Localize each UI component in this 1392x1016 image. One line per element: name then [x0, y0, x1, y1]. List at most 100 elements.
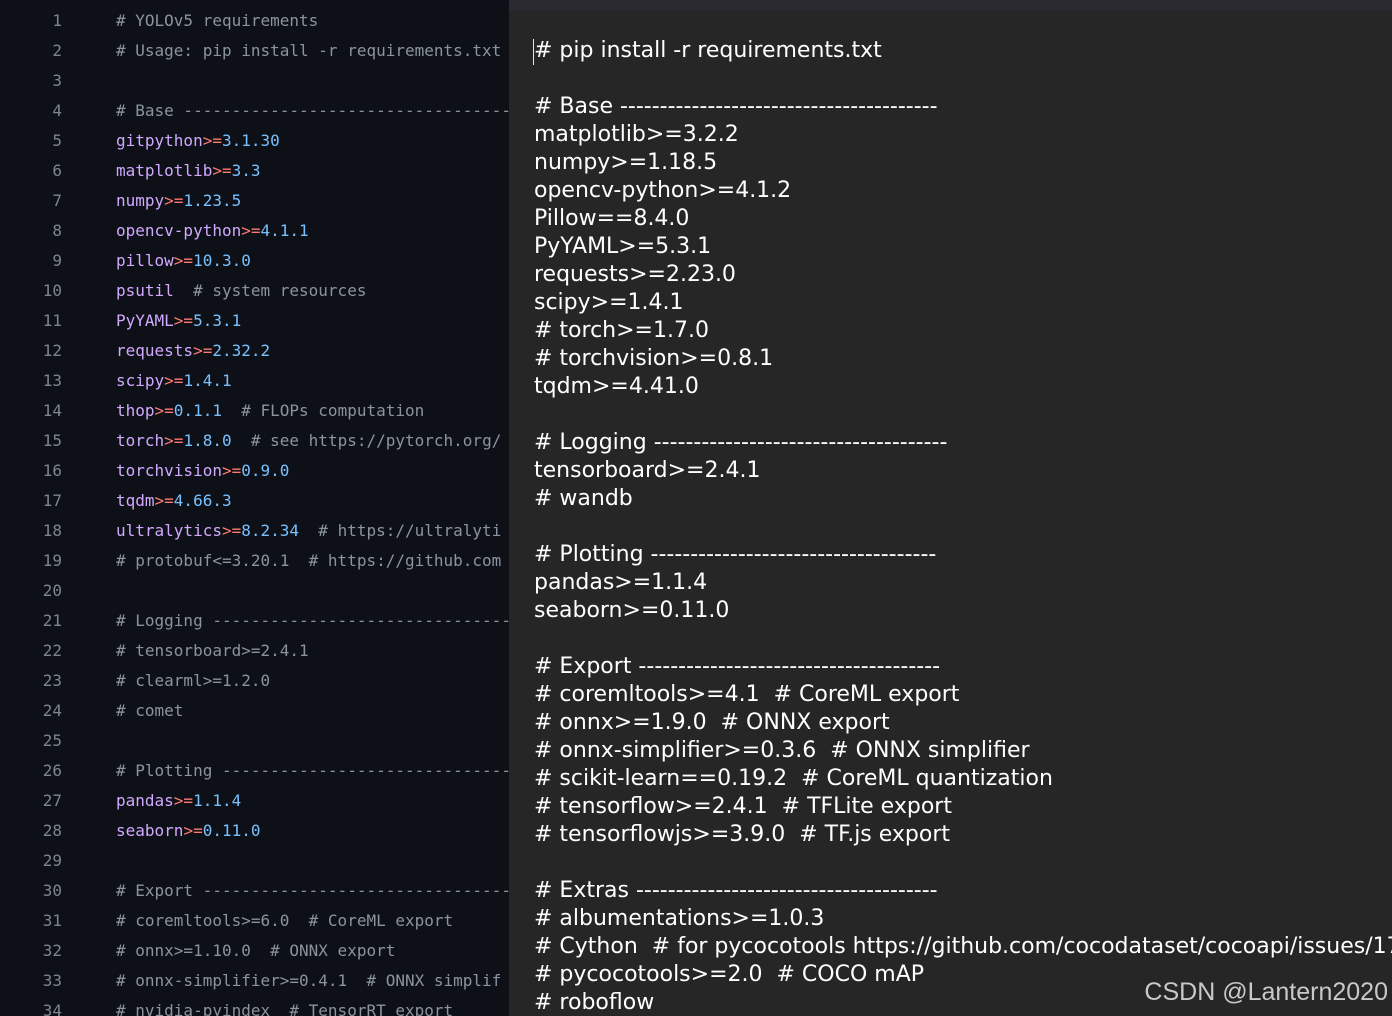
- editor-text-line[interactable]: # onnx-simplifier>=0.3.6 # ONNX simplifi…: [534, 737, 1030, 765]
- editor-text-line[interactable]: PyYAML>=5.3.1: [534, 233, 711, 261]
- line-number[interactable]: 5: [0, 126, 62, 156]
- code-token-op: >=: [183, 821, 203, 840]
- line-number[interactable]: 4: [0, 96, 62, 126]
- code-token-ver: 1.8.0: [183, 431, 232, 450]
- editor-text-line[interactable]: # scikit-learn==0.19.2 # CoreML quantiza…: [534, 765, 1053, 793]
- text-editor[interactable]: # pip install -r requirements.txt # Base …: [509, 0, 1392, 1016]
- line-number[interactable]: 9: [0, 246, 62, 276]
- editor-text-line[interactable]: # tensorflowjs>=3.9.0 # TF.js export: [534, 821, 950, 849]
- line-number[interactable]: 23: [0, 666, 62, 696]
- code-token-comment: # nvidia-pyindex # TensorRT export: [116, 1001, 454, 1016]
- line-number[interactable]: 8: [0, 216, 62, 246]
- code-token-pkg: seaborn: [116, 821, 184, 840]
- editor-text-line[interactable]: # pip install -r requirements.txt: [534, 37, 882, 65]
- code-token-op: >=: [154, 401, 174, 420]
- code-line: 26 # Plotting ---------------------------…: [0, 756, 509, 786]
- editor-text-line[interactable]: # coremltools>=4.1 # CoreML export: [534, 681, 959, 709]
- screenshot-root: 1 # YOLOv5 requirements 2 # Usage: pip inst…: [0, 0, 1392, 1016]
- code-token-pkg: opencv-python: [116, 221, 242, 240]
- code-line: 28 seaborn>=0.11.0: [0, 816, 509, 846]
- line-number[interactable]: 33: [0, 966, 62, 996]
- line-number[interactable]: 31: [0, 906, 62, 936]
- line-content: opencv-python>=4.1.1: [116, 216, 309, 246]
- editor-text-line[interactable]: numpy>=1.18.5: [534, 149, 717, 177]
- line-number[interactable]: 19: [0, 546, 62, 576]
- code-line: 14 thop>=0.1.1 # FLOPs computation: [0, 396, 509, 426]
- line-number[interactable]: 12: [0, 336, 62, 366]
- line-number[interactable]: 34: [0, 996, 62, 1016]
- editor-text-line[interactable]: # Plotting -----------------------------…: [534, 541, 936, 569]
- line-number[interactable]: 16: [0, 456, 62, 486]
- line-number[interactable]: 29: [0, 846, 62, 876]
- editor-text-line[interactable]: matplotlib>=3.2.2: [534, 121, 739, 149]
- line-number[interactable]: 30: [0, 876, 62, 906]
- editor-text-line[interactable]: pandas>=1.1.4: [534, 569, 707, 597]
- editor-text-line[interactable]: # Cython # for pycocotools https://githu…: [534, 933, 1392, 961]
- code-line: 11 PyYAML>=5.3.1: [0, 306, 509, 336]
- line-number[interactable]: 13: [0, 366, 62, 396]
- editor-text-line[interactable]: # albumentations>=1.0.3: [534, 905, 824, 933]
- code-line: 5 gitpython>=3.1.30: [0, 126, 509, 156]
- editor-text-line[interactable]: # Base ---------------------------------…: [534, 93, 938, 121]
- editor-top-bar: [509, 0, 1392, 11]
- editor-text-line[interactable]: # torch>=1.7.0: [534, 317, 709, 345]
- editor-text-line[interactable]: scipy>=1.4.1: [534, 289, 684, 317]
- editor-text-line[interactable]: # tensorflow>=2.4.1 # TFLite export: [534, 793, 952, 821]
- line-number[interactable]: 25: [0, 726, 62, 756]
- line-number[interactable]: 28: [0, 816, 62, 846]
- editor-text-line[interactable]: # torchvision>=0.8.1: [534, 345, 773, 373]
- editor-text-line[interactable]: tensorboard>=2.4.1: [534, 457, 760, 485]
- line-content: torchvision>=0.9.0: [116, 456, 289, 486]
- line-number[interactable]: 14: [0, 396, 62, 426]
- code-line: 17 tqdm>=4.66.3: [0, 486, 509, 516]
- editor-text-line[interactable]: # pycocotools>=2.0 # COCO mAP: [534, 961, 924, 989]
- line-number[interactable]: 17: [0, 486, 62, 516]
- editor-text-line[interactable]: seaborn>=0.11.0: [534, 597, 729, 625]
- editor-text-line[interactable]: # onnx>=1.9.0 # ONNX export: [534, 709, 890, 737]
- code-token-pkg: requests: [116, 341, 194, 360]
- editor-text-line[interactable]: # wandb: [534, 485, 633, 513]
- code-token-op: >=: [164, 191, 184, 210]
- code-token-comment: # see https://pytorch.org/: [231, 431, 502, 450]
- line-number[interactable]: 26: [0, 756, 62, 786]
- line-number[interactable]: 7: [0, 186, 62, 216]
- editor-text-line[interactable]: opencv-python>=4.1.2: [534, 177, 791, 205]
- line-number[interactable]: 3: [0, 66, 62, 96]
- editor-text-line[interactable]: # Logging ------------------------------…: [534, 429, 947, 457]
- line-number[interactable]: 20: [0, 576, 62, 606]
- line-number[interactable]: 10: [0, 276, 62, 306]
- editor-text-line[interactable]: # Export -------------------------------…: [534, 653, 940, 681]
- line-number[interactable]: 21: [0, 606, 62, 636]
- line-number[interactable]: 15: [0, 426, 62, 456]
- code-token-op: >=: [221, 461, 242, 480]
- code-token-ver: 3.3: [231, 161, 261, 180]
- code-token-ver: 5.3.1: [193, 311, 242, 330]
- line-content: scipy>=1.4.1: [116, 366, 232, 396]
- line-number[interactable]: 32: [0, 936, 62, 966]
- line-number[interactable]: 24: [0, 696, 62, 726]
- editor-text-line[interactable]: requests>=2.23.0: [534, 261, 736, 289]
- editor-text-line[interactable]: Pillow==8.4.0: [534, 205, 689, 233]
- editor-text-line[interactable]: tqdm>=4.41.0: [534, 373, 699, 401]
- code-line: 20: [0, 576, 509, 606]
- line-number[interactable]: 2: [0, 36, 62, 66]
- line-number[interactable]: 18: [0, 516, 62, 546]
- code-token-comment: # system resources: [173, 281, 367, 300]
- line-number[interactable]: 1: [0, 6, 62, 36]
- editor-text-line[interactable]: # roboflow: [534, 989, 654, 1016]
- line-content: tqdm>=4.66.3: [116, 486, 232, 516]
- code-line: 30 # Export -----------------------------…: [0, 876, 509, 906]
- line-number[interactable]: 6: [0, 156, 62, 186]
- code-line: 6 matplotlib>=3.3: [0, 156, 509, 186]
- code-token-op: >=: [221, 521, 242, 540]
- code-line: 29: [0, 846, 509, 876]
- code-token-comment: # onnx>=1.10.0 # ONNX export: [116, 941, 396, 960]
- code-line: 3: [0, 66, 509, 96]
- editor-text-line[interactable]: # Extras -------------------------------…: [534, 877, 938, 905]
- line-number[interactable]: 22: [0, 636, 62, 666]
- code-token-comment: # FLOPs computation: [221, 401, 425, 420]
- line-number[interactable]: 11: [0, 306, 62, 336]
- line-content: requests>=2.32.2: [116, 336, 270, 366]
- line-number[interactable]: 27: [0, 786, 62, 816]
- code-token-op: >=: [164, 371, 184, 390]
